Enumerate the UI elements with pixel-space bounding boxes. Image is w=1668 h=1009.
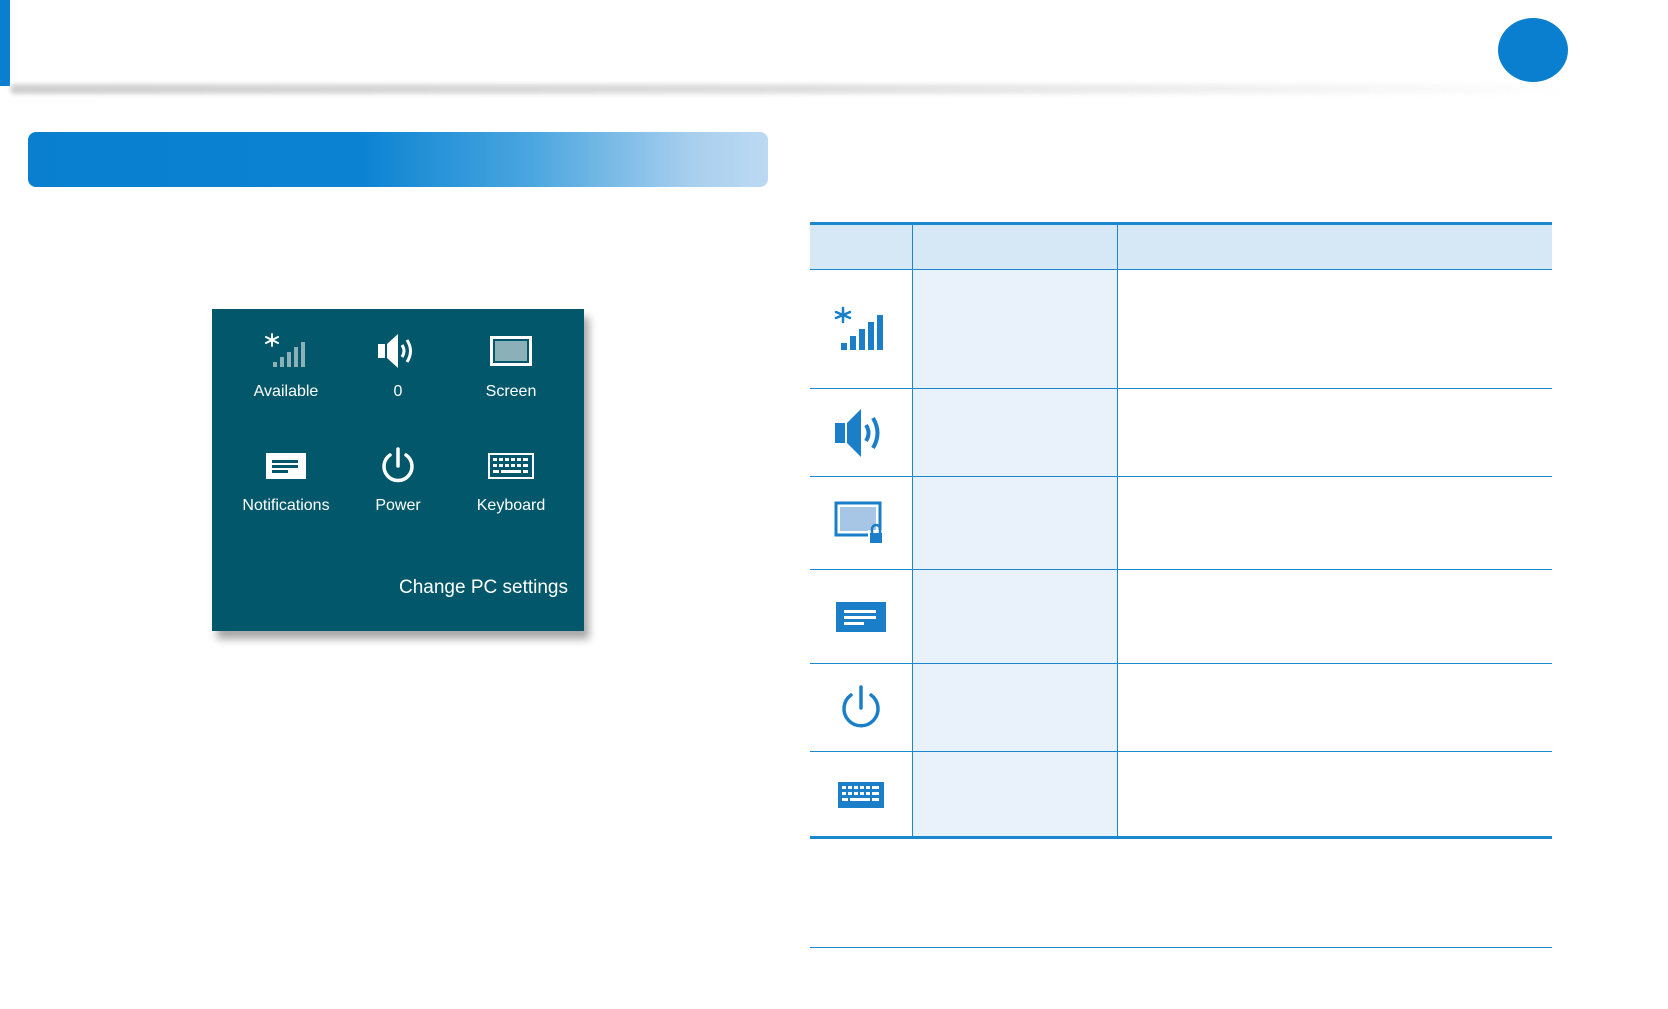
table-description-cell bbox=[1117, 752, 1552, 838]
table-name-cell bbox=[913, 752, 1117, 838]
table-name-cell bbox=[913, 477, 1117, 569]
speaker-volume-icon bbox=[378, 334, 412, 368]
table-row bbox=[810, 389, 1552, 477]
network-signal-icon bbox=[834, 306, 883, 350]
table-description-cell bbox=[1117, 477, 1552, 569]
power-icon bbox=[382, 447, 414, 483]
table-icon-cell bbox=[810, 570, 912, 663]
network-signal-icon bbox=[265, 333, 305, 367]
tile-power[interactable]: Power bbox=[338, 442, 458, 522]
table-name-cell bbox=[913, 664, 1117, 751]
table-row bbox=[810, 752, 1552, 838]
tile-screen[interactable]: Screen bbox=[451, 327, 571, 407]
table-row bbox=[810, 570, 1552, 664]
table-icon-cell bbox=[810, 270, 912, 388]
table-icon-cell bbox=[810, 389, 912, 476]
table-name-cell bbox=[913, 570, 1117, 663]
table-header-row bbox=[810, 225, 1552, 270]
tile-network[interactable]: Available bbox=[226, 327, 346, 407]
tile-volume-label: 0 bbox=[393, 383, 403, 400]
header-accent-bar bbox=[0, 0, 10, 86]
page-number-badge bbox=[1498, 18, 1568, 82]
table-description-cell bbox=[1117, 664, 1552, 751]
table-description-cell bbox=[1117, 570, 1552, 663]
notifications-icon bbox=[266, 453, 306, 479]
table-description-cell bbox=[1117, 270, 1552, 388]
power-icon bbox=[842, 684, 880, 727]
table-row bbox=[810, 477, 1552, 570]
section-title-bar bbox=[28, 132, 768, 187]
tile-volume[interactable]: 0 bbox=[338, 327, 458, 407]
tile-keyboard-label: Keyboard bbox=[476, 497, 546, 514]
speaker-volume-icon bbox=[835, 408, 880, 457]
table-description-cell bbox=[1117, 389, 1552, 476]
keyboard-icon bbox=[838, 782, 884, 808]
change-pc-settings-link[interactable]: Change PC settings bbox=[399, 577, 568, 599]
screen-lock-icon bbox=[834, 501, 884, 543]
footer-rule bbox=[810, 947, 1552, 948]
tile-notifications[interactable]: Notifications bbox=[226, 442, 346, 522]
document-page: Available 0 Screen Notifications Power K… bbox=[0, 0, 1668, 1009]
table-icon-cell bbox=[810, 664, 912, 751]
table-icon-cell bbox=[810, 477, 912, 569]
settings-panel: Available 0 Screen Notifications Power K… bbox=[212, 309, 584, 631]
tile-keyboard[interactable]: Keyboard bbox=[451, 442, 571, 522]
table-icon-cell bbox=[810, 752, 912, 838]
tile-power-label: Power bbox=[375, 497, 421, 514]
keyboard-icon bbox=[488, 453, 534, 479]
table-bottom-rule bbox=[810, 836, 1552, 839]
table-name-cell bbox=[913, 389, 1117, 476]
tile-notifications-label: Notifications bbox=[242, 497, 330, 514]
tile-screen-label: Screen bbox=[485, 383, 537, 400]
tile-network-label: Available bbox=[253, 383, 319, 400]
table-row bbox=[810, 664, 1552, 752]
notifications-icon bbox=[836, 601, 886, 632]
table-name-cell bbox=[913, 270, 1117, 388]
screen-brightness-icon bbox=[490, 336, 532, 366]
table-row bbox=[810, 270, 1552, 389]
header-divider bbox=[10, 84, 1570, 94]
